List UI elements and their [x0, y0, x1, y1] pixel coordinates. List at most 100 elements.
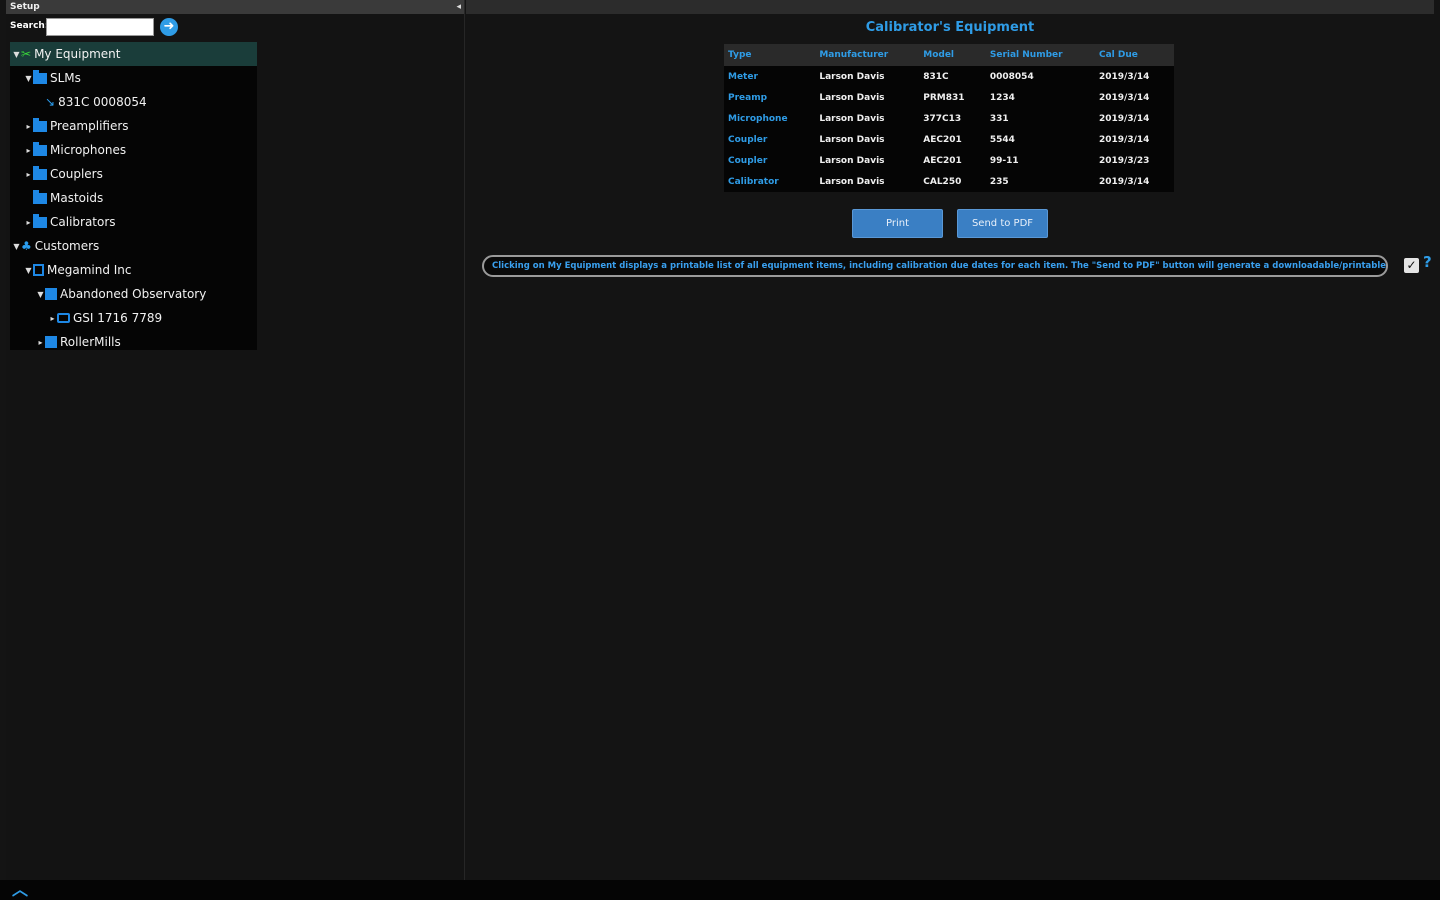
cell-model: CAL250	[923, 176, 962, 187]
tree-item-label: Preamplifiers	[50, 119, 129, 133]
cell-manufacturer: Larson Davis	[819, 134, 885, 145]
help-text-box: Clicking on My Equipment displays a prin…	[482, 255, 1388, 277]
collapse-panel-icon[interactable]: ◂	[456, 0, 461, 14]
table-row: Coupler Larson Davis AEC201 99-11 2019/3…	[724, 150, 1174, 171]
search-input[interactable]	[46, 18, 154, 36]
cell-model: PRM831	[923, 92, 965, 103]
cell-manufacturer: Larson Davis	[819, 155, 885, 166]
panel-header: Setup ◂	[6, 0, 464, 14]
meter-icon: ↘	[45, 95, 56, 109]
collapsed-arrow-icon[interactable]: ▸	[24, 218, 33, 227]
search-label: Search:	[10, 21, 49, 31]
building-icon	[33, 264, 44, 276]
column-header-model: Model	[923, 50, 955, 60]
table-row: Preamp Larson Davis PRM831 1234 2019/3/1…	[724, 87, 1174, 108]
cell-model: 377C13	[923, 113, 962, 124]
expand-arrow-icon[interactable]: ▼	[24, 266, 33, 275]
cell-manufacturer: Larson Davis	[819, 92, 885, 103]
folder-icon	[33, 165, 47, 180]
collapsed-arrow-icon[interactable]: ▸	[24, 146, 33, 155]
cell-type: Meter	[728, 71, 758, 82]
cell-serial: 1234	[989, 92, 1015, 103]
tree-item-label: Couplers	[50, 167, 103, 181]
print-button[interactable]: Print	[852, 209, 943, 238]
search-row: Search: ➜	[10, 17, 450, 39]
tree-item-slms[interactable]: ▼ SLMs	[10, 66, 257, 90]
column-header-manufacturer: Manufacturer	[819, 50, 889, 60]
cell-manufacturer: Larson Davis	[819, 71, 885, 82]
expand-arrow-icon[interactable]: ▼	[12, 242, 21, 251]
tree-item-microphones[interactable]: ▸ Microphones	[10, 138, 257, 162]
cell-model: AEC201	[923, 155, 962, 166]
tree-item-label: 831C 0008054	[58, 95, 147, 109]
cell-cal-due: 2019/3/14	[1098, 134, 1150, 145]
tree-item-label: Microphones	[50, 143, 127, 157]
expand-arrow-icon[interactable]: ▼	[12, 50, 21, 59]
content-header-bar	[466, 0, 1434, 14]
cell-cal-due: 2019/3/14	[1098, 71, 1150, 82]
device-icon	[57, 313, 70, 323]
help-toggle-checkbox[interactable]: ✓	[1404, 258, 1419, 273]
collapsed-arrow-icon[interactable]: ▸	[24, 122, 33, 131]
tree-item-my-equipment[interactable]: ▼ ✂ My Equipment	[10, 42, 257, 66]
cell-cal-due: 2019/3/23	[1098, 155, 1150, 166]
folder-icon	[33, 69, 47, 84]
tree-item-gsi[interactable]: ▸ GSI 1716 7789	[10, 306, 257, 330]
setup-panel: Setup ◂ Search: ➜ ▼ ✂ My Equipment ▼ SLM…	[6, 0, 465, 880]
cell-manufacturer: Larson Davis	[819, 113, 885, 124]
tools-icon: ✂	[21, 47, 32, 61]
equipment-table: Type Manufacturer Model Serial Number Ca…	[724, 44, 1174, 192]
tree-item-abandoned-observatory[interactable]: ▼ Abandoned Observatory	[10, 282, 257, 306]
collapsed-arrow-icon[interactable]: ▸	[48, 314, 57, 323]
column-header-type: Type	[728, 50, 752, 60]
tree-item-label: Customers	[34, 239, 100, 253]
chevron-up-icon[interactable]: ︿	[10, 882, 30, 898]
cell-type: Coupler	[728, 155, 768, 166]
tree-item-meter[interactable]: ↘ 831C 0008054	[10, 90, 257, 114]
search-go-button[interactable]: ➜	[160, 18, 178, 36]
table-row: Meter Larson Davis 831C 0008054 2019/3/1…	[724, 66, 1174, 87]
site-icon	[45, 336, 57, 348]
tree-item-rollermills[interactable]: ▸ RollerMills	[10, 330, 257, 354]
cell-serial: 0008054	[989, 71, 1034, 82]
cell-manufacturer: Larson Davis	[819, 176, 885, 187]
cell-serial: 235	[989, 176, 1009, 187]
tree-item-mastoids[interactable]: Mastoids	[10, 186, 257, 210]
folder-icon	[33, 117, 47, 132]
cell-serial: 331	[989, 113, 1009, 124]
equipment-table-container: Type Manufacturer Model Serial Number Ca…	[724, 44, 1174, 192]
equipment-title: Calibrator's Equipment	[865, 20, 1035, 35]
cell-model: AEC201	[923, 134, 962, 145]
folder-icon	[33, 189, 47, 204]
tree-item-preamplifiers[interactable]: ▸ Preamplifiers	[10, 114, 257, 138]
tree-item-couplers[interactable]: ▸ Couplers	[10, 162, 257, 186]
cell-serial: 99-11	[989, 155, 1019, 166]
tree-item-label: RollerMills	[60, 335, 121, 349]
panel-title: Setup	[10, 2, 40, 12]
collapsed-arrow-icon[interactable]: ▸	[24, 170, 33, 179]
tree-item-label: Abandoned Observatory	[60, 287, 207, 301]
tree-item-megamind[interactable]: ▼ Megamind Inc	[10, 258, 257, 282]
tree-item-label: SLMs	[50, 71, 81, 85]
tree-item-label: Mastoids	[50, 191, 104, 205]
collapsed-arrow-icon[interactable]: ▸	[36, 338, 45, 347]
cell-type: Microphone	[728, 113, 788, 124]
tree-item-calibrators[interactable]: ▸ Calibrators	[10, 210, 257, 234]
help-question-icon[interactable]: ?	[1423, 253, 1432, 271]
table-row: Microphone Larson Davis 377C13 331 2019/…	[724, 108, 1174, 129]
arrow-right-icon: ➜	[163, 19, 175, 34]
cell-cal-due: 2019/3/14	[1098, 92, 1150, 103]
expand-arrow-icon[interactable]: ▼	[24, 74, 33, 83]
send-to-pdf-button[interactable]: Send to PDF	[957, 209, 1048, 238]
people-icon: ♣	[21, 239, 32, 253]
tree-item-customers[interactable]: ▼ ♣ Customers	[10, 234, 257, 258]
tree-item-label: My Equipment	[34, 47, 121, 61]
tree-item-label: Calibrators	[50, 215, 116, 229]
folder-icon	[33, 141, 47, 156]
cell-type: Calibrator	[728, 176, 779, 187]
column-header-cal-due: Cal Due	[1098, 50, 1138, 60]
tree-item-label: GSI 1716 7789	[73, 311, 163, 325]
expand-arrow-icon[interactable]: ▼	[36, 290, 45, 299]
cell-type: Coupler	[728, 134, 768, 145]
folder-icon	[33, 213, 47, 228]
